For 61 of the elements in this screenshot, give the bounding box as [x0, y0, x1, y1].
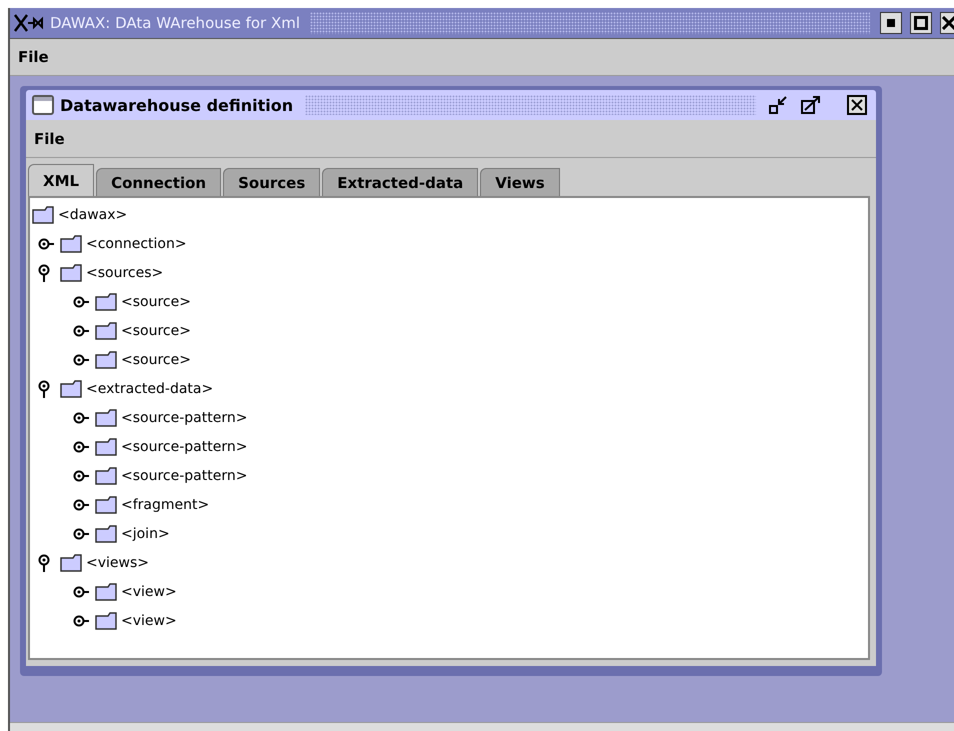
collapsed-handle-icon[interactable] — [38, 238, 54, 250]
folder-icon — [95, 322, 117, 340]
tree-node-label[interactable]: <source-pattern> — [121, 438, 248, 454]
tree-node-label[interactable]: <extracted-data> — [86, 380, 214, 396]
maximize-button[interactable] — [910, 12, 932, 34]
folder-icon — [60, 264, 82, 282]
maximize-button[interactable] — [800, 95, 822, 115]
menu-item[interactable]: File — [30, 128, 69, 150]
folder-icon — [60, 234, 82, 252]
close-button[interactable] — [940, 12, 954, 34]
window-title: Datawarehouse definition — [60, 96, 294, 114]
tree-node-label[interactable]: <view> — [121, 612, 177, 628]
tree-node-label[interactable]: <source> — [121, 322, 191, 338]
expanded-handle-icon[interactable] — [38, 380, 52, 398]
folder-icon — [95, 496, 117, 514]
folder-icon — [95, 292, 117, 310]
tab[interactable]: Extracted-data — [322, 168, 478, 196]
tree-node-label[interactable]: <source> — [121, 294, 191, 310]
tree-node-label[interactable]: <connection> — [86, 236, 187, 252]
tab[interactable]: Views — [480, 168, 560, 196]
tree-node-label[interactable]: <source-pattern> — [121, 410, 248, 426]
folder-icon — [95, 466, 117, 484]
tree-node-label[interactable]: <join> — [121, 526, 170, 542]
window-icon — [32, 95, 54, 115]
collapsed-handle-icon[interactable] — [73, 470, 89, 482]
tree-node-label[interactable]: <views> — [86, 554, 149, 570]
expanded-handle-icon[interactable] — [38, 264, 52, 282]
collapsed-handle-icon[interactable] — [73, 586, 89, 598]
app-logo-icon — [14, 13, 44, 33]
close-button[interactable] — [846, 94, 868, 116]
expanded-handle-icon[interactable] — [38, 554, 52, 572]
folder-icon — [95, 524, 117, 542]
minimize-icon — [887, 19, 895, 27]
tree-node-label[interactable]: <source-pattern> — [121, 468, 248, 484]
folder-icon — [60, 380, 82, 398]
tree-node-label[interactable]: <source> — [121, 352, 191, 368]
tab[interactable]: Connection — [96, 168, 222, 196]
folder-icon — [95, 408, 117, 426]
collapsed-handle-icon[interactable] — [73, 324, 89, 336]
folder-icon — [95, 350, 117, 368]
tree-node-label[interactable]: <sources> — [86, 264, 164, 280]
collapsed-handle-icon[interactable] — [73, 354, 89, 366]
minimize-button[interactable] — [880, 12, 902, 34]
collapsed-handle-icon[interactable] — [73, 528, 89, 540]
tree-node-label[interactable]: <view> — [121, 584, 177, 600]
collapsed-handle-icon[interactable] — [73, 498, 89, 510]
collapsed-handle-icon[interactable] — [73, 614, 89, 626]
collapsed-handle-icon[interactable] — [73, 296, 89, 308]
tab[interactable]: Sources — [223, 168, 320, 196]
menu-item[interactable]: File — [14, 46, 53, 68]
folder-icon — [32, 206, 54, 224]
collapsed-handle-icon[interactable] — [73, 440, 89, 452]
tab[interactable]: XML — [28, 164, 94, 196]
folder-icon — [95, 438, 117, 456]
folder-icon — [95, 612, 117, 630]
tree-node-label[interactable]: <dawax> — [58, 206, 128, 222]
collapsed-handle-icon[interactable] — [73, 412, 89, 424]
folder-icon — [60, 554, 82, 572]
tree-node-label[interactable]: <fragment> — [121, 496, 210, 512]
window-title: DAWAX: DAta WArehouse for Xml — [50, 14, 300, 32]
folder-icon — [95, 582, 117, 600]
